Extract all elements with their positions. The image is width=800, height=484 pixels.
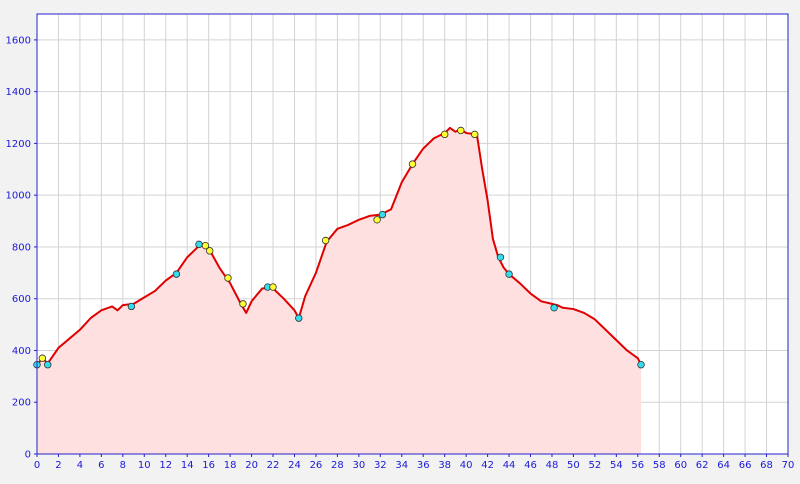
x-tick-label: 56 (631, 460, 644, 471)
x-tick-label: 4 (77, 460, 83, 471)
x-tick-label: 18 (224, 460, 237, 471)
y-axis-ticks: 0 200 400 600 800 1000 1200 1400 1600 (6, 35, 37, 461)
waypoint-marker-yellow (408, 160, 417, 168)
waypoint-marker-yellow (269, 283, 277, 291)
x-tick-label: 10 (138, 460, 151, 471)
waypoint-marker-cyan (195, 240, 203, 249)
waypoint-marker-yellow (239, 300, 247, 308)
waypoint-marker-yellow (224, 274, 232, 282)
waypoint-marker-cyan (172, 270, 181, 278)
x-tick-label: 54 (610, 460, 623, 471)
waypoint-marker-yellow (38, 354, 47, 362)
x-tick-label: 48 (546, 460, 559, 471)
waypoint-marker-yellow (206, 247, 214, 255)
y-tick-label: 600 (12, 294, 31, 305)
waypoint-marker-cyan (496, 253, 505, 261)
x-tick-label: 60 (674, 460, 687, 471)
x-tick-label: 24 (288, 460, 301, 471)
x-tick-label: 28 (331, 460, 344, 471)
x-tick-label: 52 (589, 460, 602, 471)
x-tick-label: 46 (524, 460, 537, 471)
x-tick-label: 12 (159, 460, 172, 471)
elevation-chart: 0 2 4 6 8 10 12 14 16 18 20 22 24 26 28 30 32 34 36 38 40 42 4… (0, 0, 800, 480)
y-tick-label: 200 (12, 398, 31, 409)
x-tick-label: 14 (181, 460, 194, 471)
x-axis-ticks: 0 2 4 6 8 10 12 14 16 18 20 22 24 26 28 30 32 34 36 38 40 42 4… (34, 454, 795, 471)
y-tick-label: 0 (25, 450, 31, 461)
waypoint-marker-yellow (457, 126, 465, 135)
x-tick-label: 16 (202, 460, 215, 471)
x-tick-label: 6 (98, 460, 104, 471)
waypoint-marker-cyan (127, 302, 136, 311)
x-tick-label: 30 (352, 460, 365, 471)
x-tick-label: 22 (267, 460, 280, 471)
x-tick-label: 8 (120, 460, 126, 471)
x-tick-label: 66 (739, 460, 752, 471)
x-tick-label: 26 (310, 460, 323, 471)
waypoint-marker-yellow (440, 130, 449, 139)
y-tick-label: 1600 (6, 35, 31, 46)
x-tick-label: 62 (696, 460, 709, 471)
x-tick-label: 36 (417, 460, 430, 471)
x-tick-label: 64 (717, 460, 730, 471)
waypoint-marker-yellow (471, 130, 479, 139)
waypoint-marker-cyan (637, 361, 645, 369)
x-tick-label: 38 (438, 460, 451, 471)
waypoint-marker-yellow (321, 236, 330, 245)
x-tick-label: 50 (567, 460, 580, 471)
waypoint-marker-yellow (373, 216, 381, 224)
chart-svg: 0 2 4 6 8 10 12 14 16 18 20 22 24 26 28 30 32 34 36 38 40 42 4… (6, 13, 795, 471)
x-tick-label: 44 (503, 460, 516, 471)
x-tick-label: 20 (245, 460, 258, 471)
y-tick-label: 1400 (6, 87, 31, 98)
y-tick-label: 1000 (6, 191, 31, 202)
x-tick-label: 58 (653, 460, 666, 471)
x-tick-label: 34 (395, 460, 408, 471)
x-tick-label: 68 (760, 460, 773, 471)
waypoint-marker-cyan (44, 361, 52, 369)
y-tick-label: 1200 (6, 139, 31, 150)
waypoint-marker-cyan (505, 270, 513, 278)
y-tick-label: 800 (12, 242, 31, 253)
x-tick-label: 42 (481, 460, 494, 471)
x-tick-label: 0 (34, 460, 40, 471)
y-tick-label: 400 (12, 346, 31, 357)
x-tick-label: 2 (55, 460, 61, 471)
x-tick-label: 70 (782, 460, 795, 471)
waypoint-marker-cyan (378, 210, 387, 219)
x-tick-label: 40 (460, 460, 473, 471)
waypoint-marker-cyan (550, 304, 558, 312)
waypoint-marker-cyan (295, 314, 303, 322)
x-tick-label: 32 (374, 460, 387, 471)
